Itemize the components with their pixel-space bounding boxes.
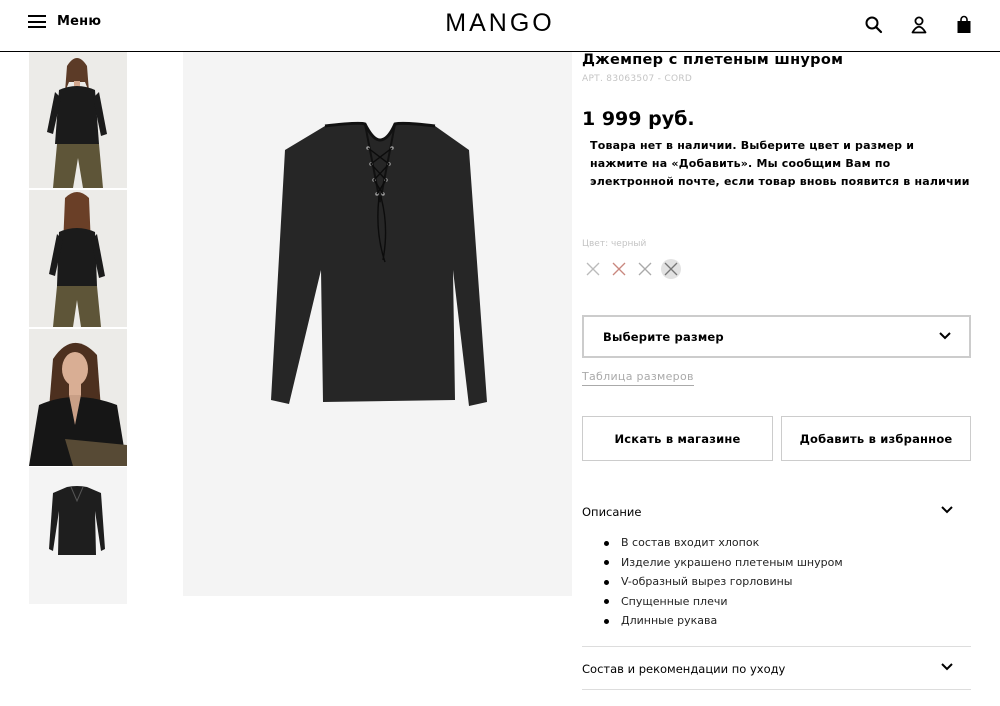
search-icon[interactable] bbox=[864, 15, 884, 35]
list-item: Спущенные плечи bbox=[604, 592, 843, 612]
description-list: В состав входит хлопок Изделие украшено … bbox=[604, 533, 843, 631]
description-accordion[interactable]: Описание bbox=[582, 498, 971, 528]
product-article: АРТ. 83063507 - CORD bbox=[582, 74, 693, 84]
product-price: 1 999 руб. bbox=[582, 108, 695, 130]
list-item: Изделие украшено плетеным шнуром bbox=[604, 553, 843, 573]
add-to-favorites-button[interactable]: Добавить в избранное bbox=[781, 416, 971, 461]
size-select[interactable]: Выберите размер bbox=[582, 315, 971, 358]
thumb-product[interactable] bbox=[29, 467, 127, 604]
size-select-label: Выберите размер bbox=[603, 330, 724, 344]
divider bbox=[582, 689, 971, 690]
find-in-store-button[interactable]: Искать в магазине bbox=[582, 416, 773, 461]
product-title: Джемпер с плетеным шнуром bbox=[582, 52, 844, 68]
color-label: Цвет: черный bbox=[582, 239, 647, 249]
thumb-model-closeup[interactable] bbox=[29, 329, 127, 466]
color-swatch-grey[interactable] bbox=[582, 258, 604, 280]
composition-heading: Состав и рекомендации по уходу bbox=[582, 662, 786, 676]
chevron-down-icon bbox=[941, 506, 953, 514]
divider bbox=[582, 646, 971, 647]
color-swatch-red[interactable] bbox=[608, 258, 630, 280]
thumb-model-front[interactable] bbox=[29, 52, 127, 188]
site-header: Меню MANGO bbox=[0, 0, 1000, 52]
main-product-image[interactable] bbox=[183, 52, 572, 596]
composition-accordion[interactable]: Состав и рекомендации по уходу bbox=[582, 655, 971, 685]
list-item: В состав входит хлопок bbox=[604, 533, 843, 553]
color-swatch-black[interactable] bbox=[660, 258, 682, 280]
user-icon[interactable] bbox=[909, 15, 929, 35]
shopping-bag-icon[interactable] bbox=[954, 15, 974, 35]
description-heading: Описание bbox=[582, 505, 642, 519]
list-item: V-образный вырез горловины bbox=[604, 572, 843, 592]
availability-notice: Товара нет в наличии. Выберите цвет и ра… bbox=[590, 139, 970, 188]
list-item: Длинные рукава bbox=[604, 611, 843, 631]
thumb-model-back[interactable] bbox=[29, 190, 127, 327]
color-swatch-silver[interactable] bbox=[634, 258, 656, 280]
chevron-down-icon bbox=[941, 663, 953, 671]
chevron-down-icon bbox=[939, 332, 951, 340]
size-table-link[interactable]: Таблица размеров bbox=[582, 370, 694, 386]
mango-logo[interactable]: MANGO bbox=[0, 9, 1000, 38]
